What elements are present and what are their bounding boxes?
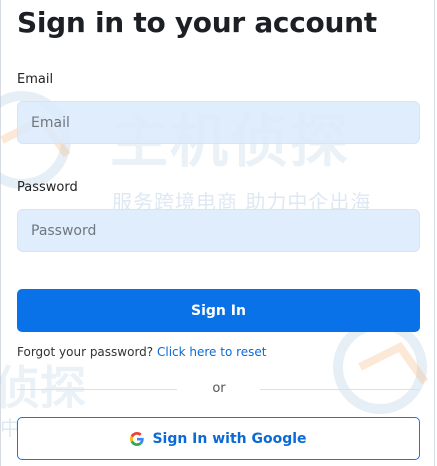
divider-line-left (17, 389, 177, 390)
sign-in-button[interactable]: Sign In (17, 289, 420, 332)
divider-or-text: or (212, 381, 226, 396)
email-label: Email (17, 72, 54, 87)
reset-password-link[interactable]: Click here to reset (157, 345, 267, 359)
password-label: Password (17, 180, 78, 195)
divider-line-right (260, 389, 420, 390)
forgot-password-text: Forgot your password? (17, 345, 154, 359)
password-field[interactable] (17, 209, 420, 252)
email-field[interactable] (17, 101, 420, 144)
page-title: Sign in to your account (17, 6, 377, 39)
google-g-icon (130, 431, 145, 446)
google-sign-in-label: Sign In with Google (152, 430, 307, 447)
google-sign-in-button[interactable]: Sign In with Google (17, 417, 420, 460)
or-divider: or (17, 381, 420, 397)
forgot-password-row: Forgot your password? Click here to rese… (17, 345, 267, 359)
